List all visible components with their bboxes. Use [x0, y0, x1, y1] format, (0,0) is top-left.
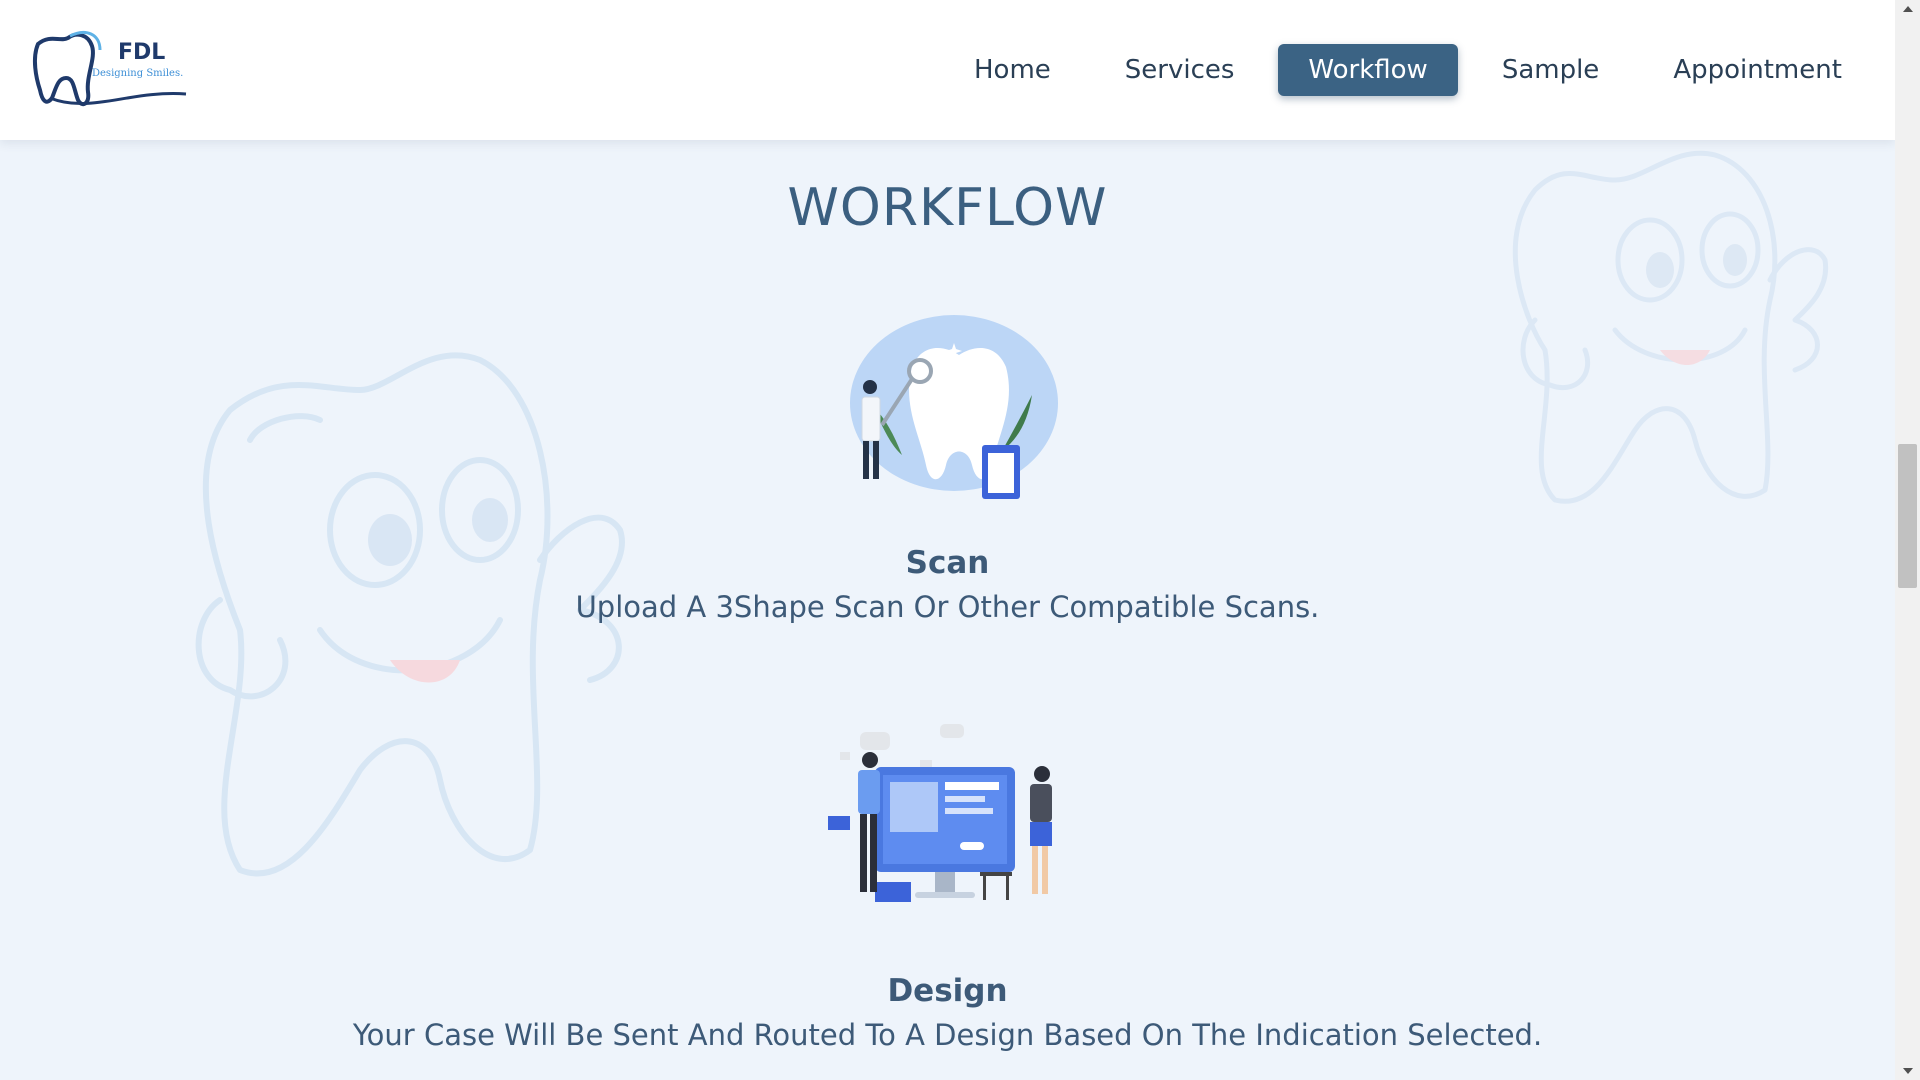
step-title-scan: Scan	[905, 545, 990, 581]
main-nav: Home Services Workflow Sample Appointmen…	[944, 44, 1872, 96]
step-title-design: Design	[887, 973, 1008, 1009]
page-title: WORKFLOW	[787, 178, 1108, 238]
nav-appointment[interactable]: Appointment	[1643, 44, 1872, 96]
vertical-scrollbar[interactable]	[1895, 0, 1920, 1080]
scroll-up-arrow-icon[interactable]	[1903, 6, 1913, 12]
dentist-tooth-illustration	[850, 315, 1058, 499]
step-desc-scan: Upload A 3Shape Scan Or Other Compatible…	[575, 590, 1320, 624]
page: FDL Designing Smiles. Home Services Work…	[0, 0, 1895, 1080]
step-desc-design: Your Case Will Be Sent And Routed To A D…	[352, 1018, 1543, 1052]
scroll-down-arrow-icon[interactable]	[1903, 1068, 1913, 1074]
nav-sample[interactable]: Sample	[1472, 44, 1630, 96]
brand-logo[interactable]: FDL Designing Smiles.	[30, 28, 190, 108]
nav-services[interactable]: Services	[1095, 44, 1265, 96]
design-team-illustration	[828, 724, 1052, 902]
nav-home[interactable]: Home	[944, 44, 1081, 96]
scrollbar-thumb[interactable]	[1898, 444, 1917, 588]
nav-workflow[interactable]: Workflow	[1278, 44, 1458, 96]
top-navbar: FDL Designing Smiles. Home Services Work…	[0, 0, 1895, 140]
brand-tagline: Designing Smiles.	[92, 68, 184, 79]
brand-name: FDL	[118, 40, 166, 65]
